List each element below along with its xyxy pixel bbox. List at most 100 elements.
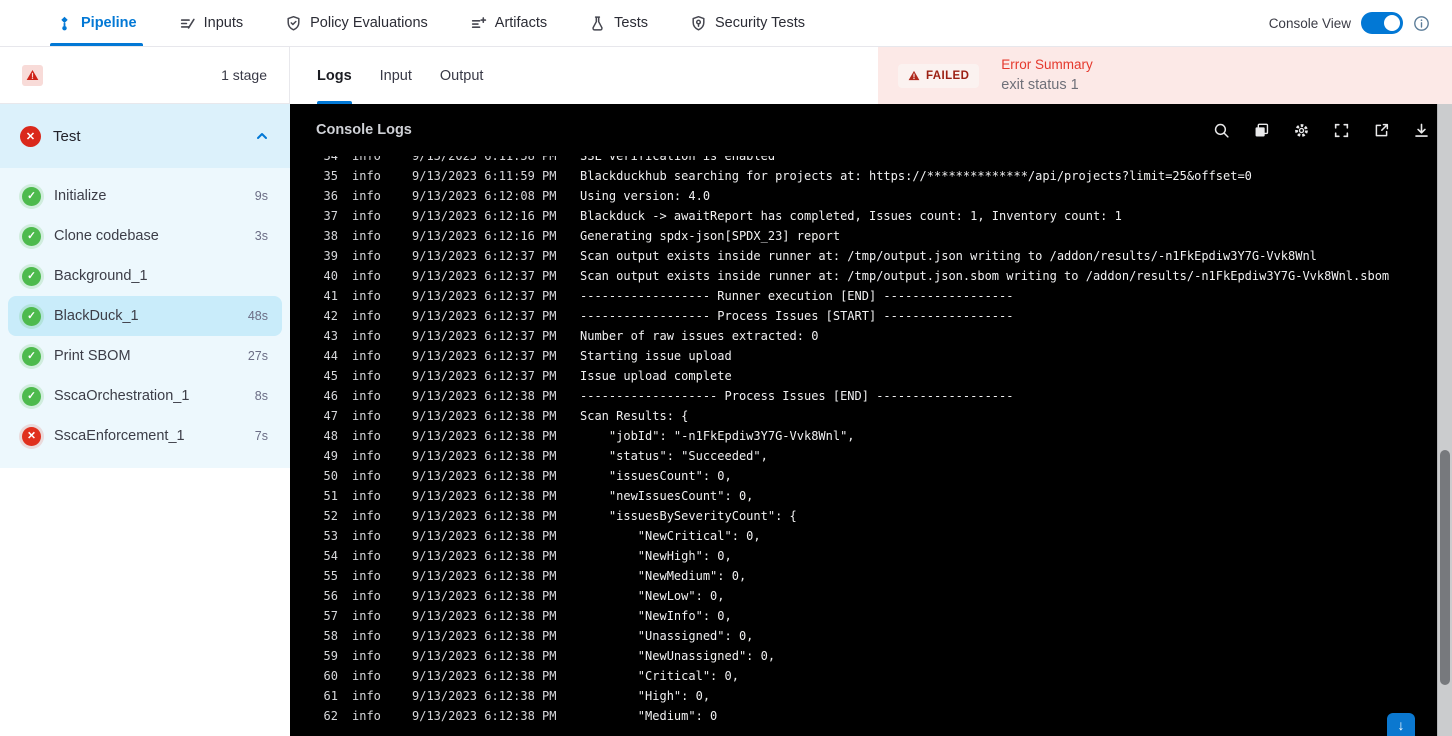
open-in-new-icon [1375, 123, 1389, 136]
log-timestamp: 9/13/2023 6:12:38 PM [412, 669, 557, 683]
fullscreen-button[interactable] [1333, 122, 1350, 139]
search-logs-button[interactable] [1213, 122, 1230, 139]
tab-inputs[interactable]: Inputs [179, 0, 244, 46]
tab-artifacts[interactable]: Artifacts [470, 0, 547, 46]
tab-label: Input [379, 67, 412, 84]
error-summary-text: Error Summary exit status 1 [1001, 55, 1093, 97]
step-row[interactable]: Initialize 9s [8, 176, 282, 216]
log-message: "NewHigh": 0, [580, 549, 732, 563]
log-timestamp: 9/13/2023 6:12:38 PM [412, 509, 557, 523]
log-settings-button[interactable] [1293, 122, 1310, 139]
log-level: info [352, 229, 381, 243]
log-message: "High": 0, [580, 689, 711, 703]
stage-header-test[interactable]: ✕ Test [0, 104, 290, 168]
tab-pipeline[interactable]: Pipeline [50, 0, 143, 46]
log-line-number: 42 [323, 309, 338, 323]
chevron-up-icon [257, 133, 267, 139]
log-timestamp: 9/13/2023 6:12:16 PM [412, 209, 557, 223]
log-message: Scan Results: { [580, 409, 689, 423]
tab-policy-evaluations[interactable]: Policy Evaluations [285, 0, 428, 46]
log-message: Using version: 4.0 [580, 189, 711, 203]
log-line: 59 info 9/13/2023 6:12:38 PM "NewUnassig… [290, 646, 1437, 666]
inputs-icon [180, 18, 195, 29]
scroll-to-bottom-button[interactable]: ↓ [1387, 713, 1415, 736]
log-timestamp: 9/13/2023 6:12:38 PM [412, 709, 557, 723]
log-line: 51 info 9/13/2023 6:12:38 PM "newIssuesC… [290, 486, 1437, 506]
log-level: info [352, 429, 381, 443]
step-duration: 8s [254, 389, 268, 403]
artifacts-list-icon [471, 16, 486, 28]
step-row[interactable]: SscaOrchestration_1 8s [8, 376, 282, 416]
console-scrollbar[interactable] [1437, 104, 1452, 736]
tab-tests[interactable]: Tests [589, 0, 648, 46]
log-line: 36 info 9/13/2023 6:12:08 PM Using versi… [290, 186, 1437, 206]
log-timestamp: 9/13/2023 6:12:08 PM [412, 189, 557, 203]
log-level: info [352, 469, 381, 483]
tab-label: Output [439, 67, 484, 84]
log-line-number: 60 [323, 669, 338, 683]
tab-label: Inputs [203, 15, 244, 31]
log-line-number: 56 [323, 589, 338, 603]
step-name: SscaOrchestration_1 [54, 388, 190, 404]
scrollbar-thumb[interactable] [1440, 450, 1450, 685]
step-status-icon [22, 306, 41, 326]
stage-name: Test [53, 127, 81, 145]
copy-logs-button[interactable] [1253, 122, 1270, 139]
log-level: info [352, 156, 381, 163]
log-timestamp: 9/13/2023 6:12:38 PM [412, 429, 557, 443]
step-name: SscaEnforcement_1 [54, 428, 185, 444]
log-line-number: 58 [323, 629, 338, 643]
log-line: 54 info 9/13/2023 6:12:38 PM "NewHigh": … [290, 546, 1437, 566]
step-row[interactable]: BlackDuck_1 48s [8, 296, 282, 336]
log-line-number: 50 [323, 469, 338, 483]
log-line-number: 59 [323, 649, 338, 663]
open-in-new-tab-button[interactable] [1373, 122, 1390, 139]
tab-logs[interactable]: Logs [317, 47, 352, 104]
tab-input[interactable]: Input [380, 47, 412, 104]
error-summary-message: exit status 1 [1001, 76, 1079, 93]
step-row[interactable]: Clone codebase 3s [8, 216, 282, 256]
log-timestamp: 9/13/2023 6:12:38 PM [412, 569, 557, 583]
log-line: 37 info 9/13/2023 6:12:16 PM Blackduck -… [290, 206, 1437, 226]
log-message: "NewCritical": 0, [580, 529, 761, 543]
log-line: 44 info 9/13/2023 6:12:37 PM Starting is… [290, 346, 1437, 366]
step-row[interactable]: Print SBOM 27s [8, 336, 282, 376]
step-duration: 48s [247, 309, 268, 323]
console-logs-title: Console Logs [316, 122, 412, 138]
toggle-knob [1384, 15, 1400, 31]
step-duration: 7s [254, 429, 268, 443]
log-line-number: 45 [323, 369, 338, 383]
log-line-number: 35 [323, 169, 338, 183]
step-list: Initialize 9s Clone codebase 3s Backgrou… [0, 168, 290, 468]
log-line: 58 info 9/13/2023 6:12:38 PM "Unassigned… [290, 626, 1437, 646]
step-status-icon [22, 266, 41, 286]
log-line-number: 34 [323, 156, 338, 163]
log-line: 40 info 9/13/2023 6:12:37 PM Scan output… [290, 266, 1437, 286]
collapse-stage-button[interactable] [254, 128, 270, 144]
console-view-info-button[interactable] [1413, 15, 1430, 32]
log-line: 49 info 9/13/2023 6:12:38 PM "status": "… [290, 446, 1437, 466]
download-logs-button[interactable] [1413, 122, 1430, 139]
log-line-number: 48 [323, 429, 338, 443]
log-line-number: 37 [323, 209, 338, 223]
log-level: info [352, 629, 381, 643]
search-icon [1214, 123, 1229, 138]
tab-output[interactable]: Output [440, 47, 484, 104]
log-line-number: 53 [323, 529, 338, 543]
log-timestamp: 9/13/2023 6:12:37 PM [412, 289, 557, 303]
info-icon [1414, 15, 1429, 31]
log-line: 47 info 9/13/2023 6:12:38 PM Scan Result… [290, 406, 1437, 426]
tab-security-tests[interactable]: Security Tests [690, 0, 805, 46]
console-view-toggle[interactable] [1361, 12, 1403, 34]
step-row[interactable]: SscaEnforcement_1 7s [8, 416, 282, 456]
log-line: 62 info 9/13/2023 6:12:38 PM "Medium": 0 [290, 706, 1437, 726]
tab-label: Security Tests [715, 15, 805, 31]
step-detail-header: Logs Input Output FAILED Error Summary e… [290, 47, 1452, 104]
log-message: ------------------ Process Issues [START… [580, 309, 1014, 323]
log-timestamp: 9/13/2023 6:12:37 PM [412, 269, 557, 283]
step-row[interactable]: Background_1 [8, 256, 282, 296]
log-line-number: 36 [323, 189, 338, 203]
log-line: 48 info 9/13/2023 6:12:38 PM "jobId": "-… [290, 426, 1437, 446]
log-line: 53 info 9/13/2023 6:12:38 PM "NewCritica… [290, 526, 1437, 546]
log-line: 45 info 9/13/2023 6:12:37 PM Issue uploa… [290, 366, 1437, 386]
